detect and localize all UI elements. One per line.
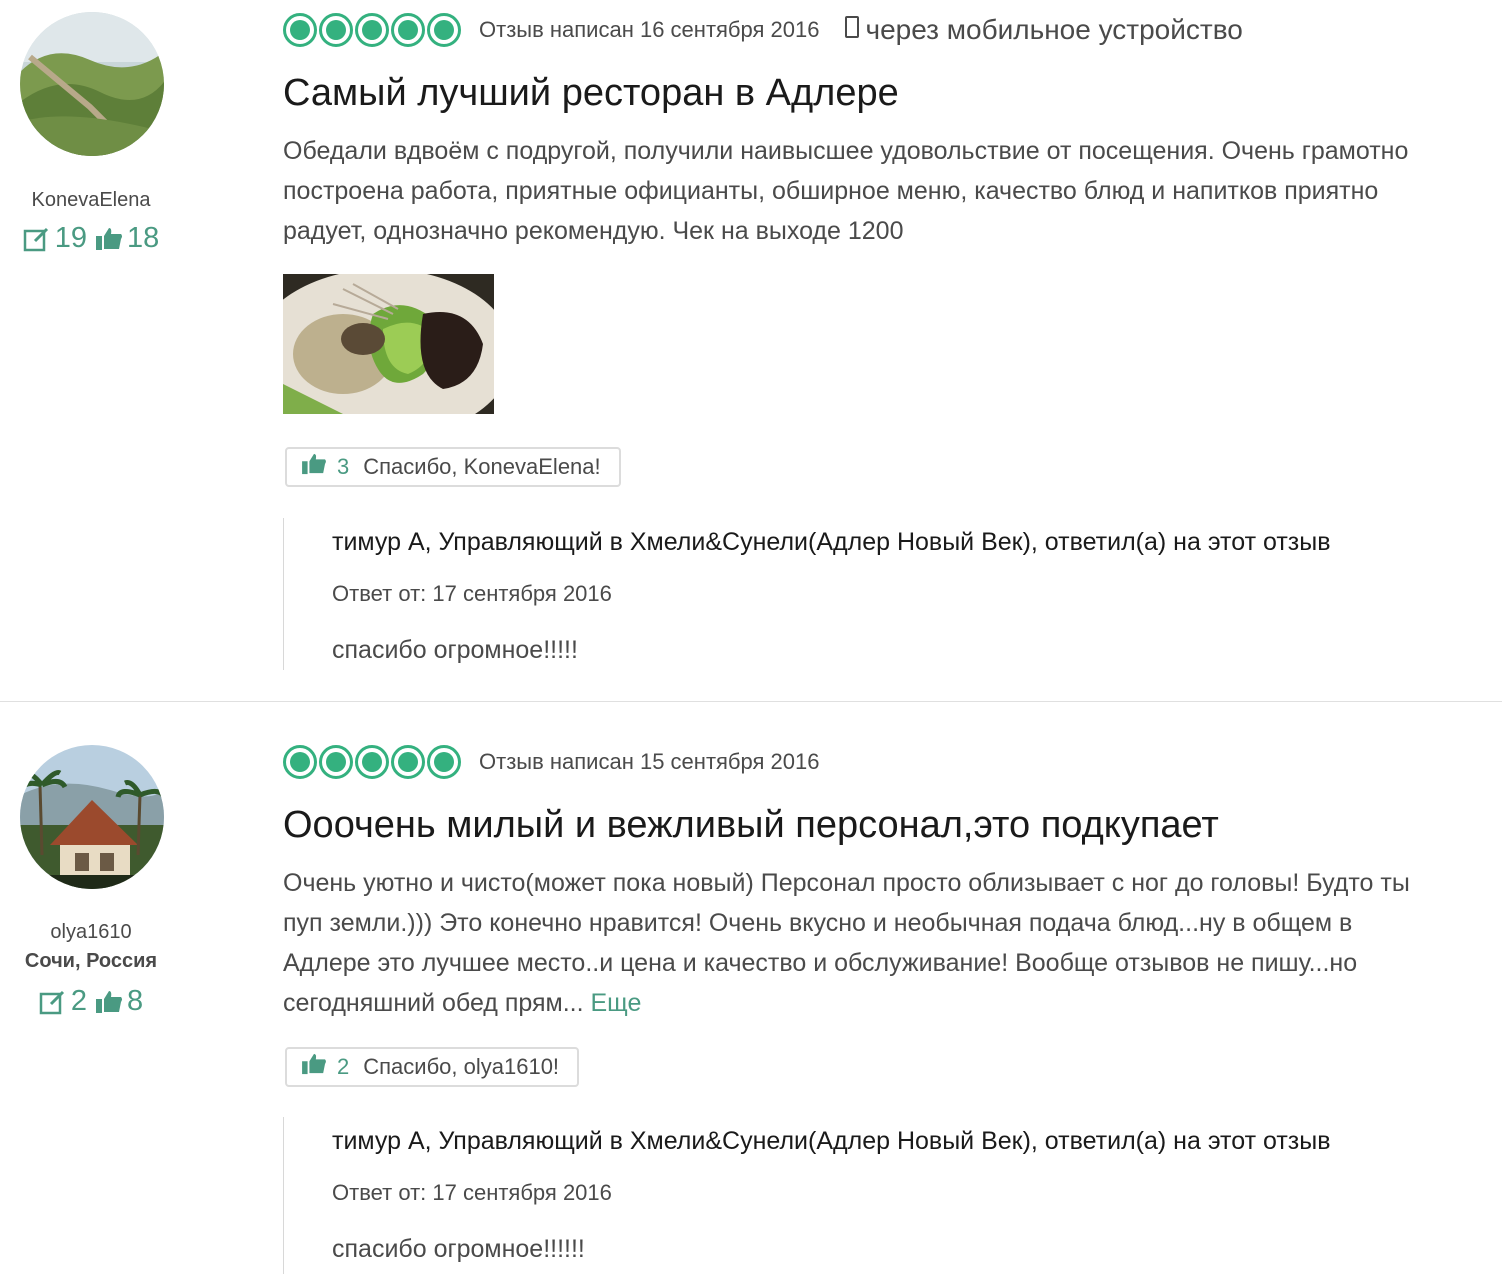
review-card: KonevaElena 19 18 Отзыв написан 16 сентя…: [0, 0, 1502, 702]
thanks-count: 2: [337, 1054, 350, 1079]
review-count[interactable]: 2: [39, 985, 87, 1018]
review-text: Очень уютно и чисто(может пока новый) Пе…: [283, 863, 1443, 1023]
thanks-count: 3: [337, 454, 350, 479]
rating-bubble: [391, 745, 425, 779]
thumbs-up-icon: [301, 1053, 327, 1081]
rating-bubble: [391, 13, 425, 47]
helpful-count-value: 18: [127, 222, 160, 254]
response-text: спасибо огромное!!!!!!: [332, 1235, 585, 1263]
review-text-body: Очень уютно и чисто(может пока новый) Пе…: [283, 869, 1410, 1017]
review-title[interactable]: Самый лучший ресторан в Адлере: [283, 72, 899, 115]
review-date: Отзыв написан 16 сентября 2016: [479, 17, 820, 42]
edit-icon: [39, 989, 67, 1015]
rating-bubble: [427, 745, 461, 779]
reviewer-stats: 2 8: [0, 985, 182, 1018]
review-date: Отзыв написан 15 сентября 2016: [479, 749, 820, 774]
phone-icon: [845, 16, 860, 38]
review-title[interactable]: Ооочень милый и вежливый персонал,это по…: [283, 804, 1219, 847]
review-card: olya1610 Сочи, Россия 2 8 Отзыв написан …: [0, 703, 1502, 1274]
avatar[interactable]: [20, 12, 164, 156]
edit-icon: [23, 226, 51, 252]
mobile-label: через мобильное устройство: [865, 14, 1243, 45]
rating-bubble: [355, 745, 389, 779]
thanks-label: Спасибо, KonevaElena!: [363, 454, 601, 479]
rating-bubble: [319, 13, 353, 47]
response-text: спасибо огромное!!!!!: [332, 636, 578, 664]
review-text: Обедали вдвоём с подругой, получили наив…: [283, 137, 1409, 245]
response-author: тимур А, Управляющий в Хмели&Сунели(Адле…: [332, 1127, 1331, 1155]
avatar[interactable]: [20, 745, 164, 889]
more-link[interactable]: Еще: [591, 989, 642, 1017]
helpful-count-value: 8: [127, 985, 144, 1017]
thanks-button[interactable]: 3 Спасибо, KonevaElena!: [285, 447, 621, 487]
user-location: Сочи, Россия: [24, 950, 158, 972]
rating-bubble: [427, 13, 461, 47]
thumbs-up-icon: [95, 227, 123, 251]
thumbs-up-icon: [95, 990, 123, 1014]
management-response: тимур А, Управляющий в Хмели&Сунели(Адле…: [283, 518, 1493, 670]
thumbs-up-icon: [301, 453, 327, 481]
helpful-count[interactable]: 18: [95, 222, 159, 255]
rating-bubble: [319, 745, 353, 779]
thanks-button[interactable]: 2 Спасибо, olya1610!: [285, 1047, 580, 1087]
management-response: тимур А, Управляющий в Хмели&Сунели(Адле…: [283, 1117, 1493, 1274]
username[interactable]: olya1610: [0, 921, 182, 944]
bubble-rating: [283, 13, 461, 47]
review-count[interactable]: 19: [23, 222, 87, 255]
username[interactable]: KonevaElena: [0, 189, 182, 212]
review-count-value: 19: [54, 222, 87, 254]
rating-row: Отзыв написан 16 сентября 2016 через моб…: [283, 13, 1243, 47]
bubble-rating: [283, 745, 461, 779]
rating-bubble: [283, 13, 317, 47]
response-author: тимур А, Управляющий в Хмели&Сунели(Адле…: [332, 528, 1331, 556]
helpful-count[interactable]: 8: [95, 985, 143, 1018]
rating-bubble: [355, 13, 389, 47]
response-date: Ответ от: 17 сентября 2016: [332, 581, 612, 606]
review-photo[interactable]: [283, 274, 494, 414]
rating-bubble: [283, 745, 317, 779]
reviewer-stats: 19 18: [0, 222, 182, 255]
review-count-value: 2: [70, 985, 87, 1017]
rating-row: Отзыв написан 15 сентября 2016: [283, 745, 819, 779]
mobile-note: через мобильное устройство: [845, 14, 1243, 46]
thanks-label: Спасибо, olya1610!: [363, 1054, 560, 1079]
response-date: Ответ от: 17 сентября 2016: [332, 1180, 612, 1205]
